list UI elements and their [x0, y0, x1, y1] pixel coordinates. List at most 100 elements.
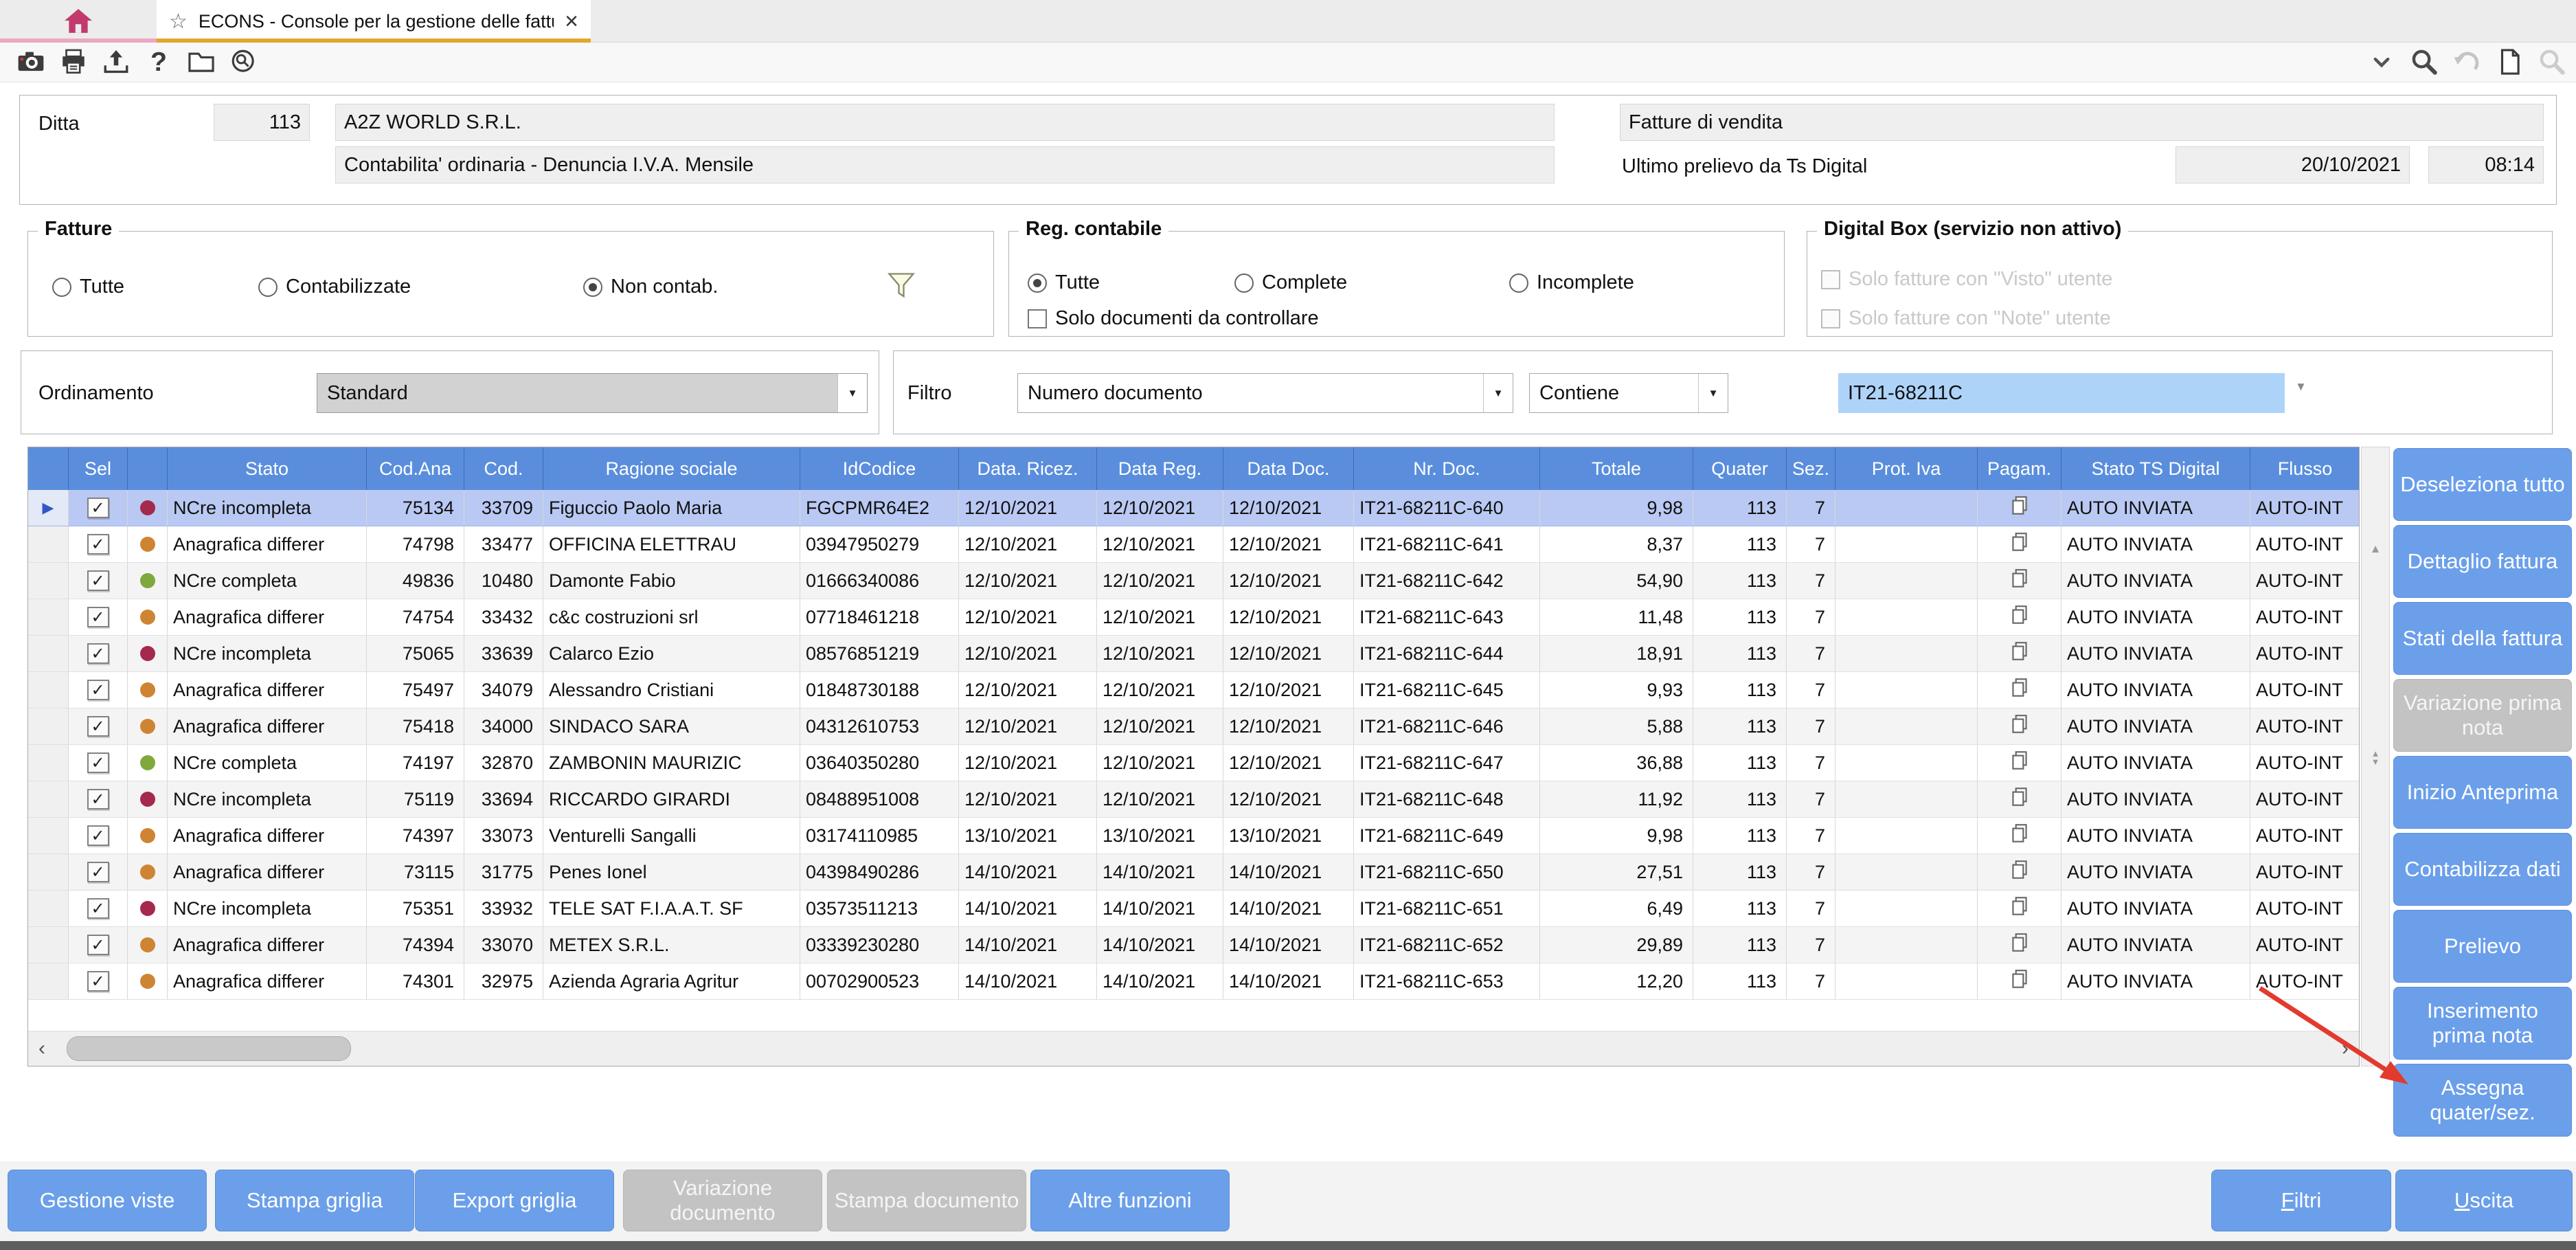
side-button-inserimento-prima-nota[interactable]: Inserimento prima nota [2393, 987, 2572, 1060]
camera-icon[interactable] [15, 46, 47, 78]
column-header-data_doc[interactable]: Data Doc. [1223, 447, 1354, 490]
column-header-pagam[interactable]: Pagam. [1978, 447, 2061, 490]
column-header-totale[interactable]: Totale [1540, 447, 1693, 490]
side-button-contabilizza-dati[interactable]: Contabilizza dati [2393, 833, 2572, 906]
chevron-down-icon[interactable]: ▼ [837, 374, 867, 412]
side-button-inizio-anteprima[interactable]: Inizio Anteprima [2393, 756, 2572, 829]
invoice-row-14[interactable]: ✓ Anagrafica differer 74301 32975 Azienda Ag… [28, 963, 2359, 1000]
search-secondary-icon[interactable] [2536, 46, 2568, 78]
fatture-radio-non-contab[interactable] [583, 277, 602, 297]
row-select-checkbox[interactable]: ✓ [87, 752, 109, 773]
bottom-button-gestione-viste[interactable]: Gestione viste [8, 1170, 207, 1231]
column-header-ragione_sociale[interactable]: Ragione sociale [543, 447, 800, 490]
filtro-value-input[interactable]: IT21-68211C [1838, 373, 2285, 413]
row-select-checkbox[interactable]: ✓ [87, 607, 109, 627]
action-button-filtri[interactable]: Filtri [2211, 1170, 2391, 1231]
reg-contabile-radio-complete[interactable] [1234, 273, 1254, 293]
side-button-deseleziona-tutto[interactable]: Deseleziona tutto [2393, 448, 2572, 521]
bottom-button-altre-funzioni[interactable]: Altre funzioni [1030, 1170, 1230, 1231]
column-header-marker[interactable] [28, 447, 69, 490]
column-header-sez[interactable]: Sez. [1787, 447, 1835, 490]
upload-icon[interactable] [100, 46, 132, 78]
row-select-checkbox[interactable]: ✓ [87, 534, 109, 555]
column-header-flusso[interactable]: Flusso [2250, 447, 2359, 490]
favorite-star-icon[interactable]: ☆ [169, 10, 188, 34]
invoice-row-12[interactable]: ✓ NCre incompleta 75351 33932 TELE SAT F.I.A… [28, 891, 2359, 927]
action-button-uscita[interactable]: Uscita [2395, 1170, 2573, 1231]
help-icon[interactable]: ? [143, 46, 174, 78]
row-select-checkbox[interactable]: ✓ [87, 971, 109, 992]
tab-econs[interactable]: ☆ ECONS - Console per la gestione delle … [157, 0, 591, 43]
reg-contabile-radio-incomplete[interactable] [1509, 273, 1528, 293]
scroll-left-arrow-icon[interactable]: ‹ [28, 1031, 56, 1066]
invoice-row-10[interactable]: ✓ Anagrafica differer 74397 33073 Venturelli… [28, 818, 2359, 854]
column-header-cod[interactable]: Cod. [464, 447, 543, 490]
row-select-checkbox[interactable]: ✓ [87, 570, 109, 591]
row-select-checkbox[interactable]: ✓ [87, 789, 109, 810]
invoice-row-1[interactable]: ▶ ✓ NCre incompleta 75134 33709 Figuccio Paol… [28, 490, 2359, 526]
bottom-button-stampa-griglia[interactable]: Stampa griglia [215, 1170, 414, 1231]
row-select-checkbox[interactable]: ✓ [87, 935, 109, 955]
invoice-row-8[interactable]: ✓ NCre completa 74197 32870 ZAMBONIN MAURIZI… [28, 745, 2359, 781]
row-select-checkbox[interactable]: ✓ [87, 716, 109, 737]
reg-contabile-checkbox-solo-documenti-da-controllare[interactable] [1028, 309, 1047, 328]
horizontal-scrollbar[interactable]: ‹ › [28, 1031, 2359, 1066]
column-header-quater[interactable]: Quater [1693, 447, 1787, 490]
vertical-scrollbar[interactable]: ▲ ▲ ▼ [2361, 447, 2390, 1067]
row-select-checkbox[interactable]: ✓ [87, 498, 109, 518]
row-select-checkbox[interactable]: ✓ [87, 898, 109, 919]
column-header-prot_iva[interactable]: Prot. Iva [1835, 447, 1978, 490]
row-select-checkbox[interactable]: ✓ [87, 680, 109, 700]
column-header-cod_ana[interactable]: Cod.Ana [367, 447, 464, 490]
row-select-checkbox[interactable]: ✓ [87, 862, 109, 882]
printer-icon[interactable] [58, 46, 89, 78]
reg-contabile-radio-tutte[interactable] [1028, 273, 1047, 293]
invoice-row-5[interactable]: ✓ NCre incompleta 75065 33639 Calarco Ezio 08… [28, 636, 2359, 672]
side-button-stati-della-fattura[interactable]: Stati della fattura [2393, 602, 2572, 675]
fatture-radio-contabilizzate[interactable] [258, 277, 278, 297]
bottom-button-export-griglia[interactable]: Export griglia [415, 1170, 614, 1231]
filter-funnel-icon[interactable] [885, 270, 917, 302]
ordinamento-select[interactable]: Standard ▼ [317, 373, 868, 413]
invoice-row-6[interactable]: ✓ Anagrafica differer 75497 34079 Alessandro… [28, 672, 2359, 708]
invoice-row-11[interactable]: ✓ Anagrafica differer 73115 31775 Penes Ione… [28, 854, 2359, 891]
column-header-sel[interactable]: Sel [69, 447, 128, 490]
invoice-row-3[interactable]: ✓ NCre completa 49836 10480 Damonte Fabio 016… [28, 563, 2359, 599]
horizontal-scrollbar-thumb[interactable] [67, 1036, 351, 1061]
cell-cod_ana: 75119 [367, 781, 464, 817]
invoice-row-4[interactable]: ✓ Anagrafica differer 74754 33432 c&c costru… [28, 599, 2359, 636]
scroll-up-arrow-icon[interactable]: ▲ [2362, 542, 2389, 556]
column-header-id_codice[interactable]: IdCodice [800, 447, 959, 490]
column-header-dot[interactable] [128, 447, 168, 490]
home-button[interactable] [0, 0, 157, 43]
filtro-field-select[interactable]: Numero documento ▼ [1017, 373, 1513, 413]
filtro-operator-select[interactable]: Contiene ▼ [1529, 373, 1728, 413]
column-header-data_reg[interactable]: Data Reg. [1097, 447, 1223, 490]
undo-icon[interactable] [2451, 46, 2483, 78]
scroll-right-arrow-icon[interactable]: › [2331, 1031, 2359, 1066]
invoice-row-9[interactable]: ✓ NCre incompleta 75119 33694 RICCARDO GIRAR… [28, 781, 2359, 818]
column-header-stato[interactable]: Stato [168, 447, 367, 490]
column-header-nr_doc[interactable]: Nr. Doc. [1354, 447, 1540, 490]
column-header-stato_ts[interactable]: Stato TS Digital [2061, 447, 2250, 490]
side-button-prelievo[interactable]: Prelievo [2393, 910, 2572, 983]
scroll-jump-icon[interactable]: ▲ ▼ [2362, 749, 2389, 766]
folder-icon[interactable] [185, 46, 217, 78]
search-icon[interactable] [2408, 46, 2440, 78]
chevron-down-icon[interactable]: ▼ [1698, 374, 1728, 412]
invoice-row-13[interactable]: ✓ Anagrafica differer 74394 33070 METEX S.R.… [28, 927, 2359, 963]
invoice-row-7[interactable]: ✓ Anagrafica differer 75418 34000 SINDACO SA… [28, 708, 2359, 745]
chevron-down-icon[interactable] [2366, 46, 2397, 78]
fatture-radio-tutte[interactable] [52, 277, 71, 297]
side-button-dettaglio-fattura[interactable]: Dettaglio fattura [2393, 525, 2572, 598]
column-header-data_ricez[interactable]: Data. Ricez. [959, 447, 1097, 490]
close-icon[interactable]: × [565, 10, 578, 33]
row-select-checkbox[interactable]: ✓ [87, 825, 109, 846]
side-button-assegna-quater-sez[interactable]: Assegna quater/sez. [2393, 1064, 2572, 1137]
row-select-checkbox[interactable]: ✓ [87, 643, 109, 664]
doc-search-icon[interactable] [228, 46, 260, 78]
chevron-down-icon[interactable]: ▼ [1483, 374, 1513, 412]
new-document-icon[interactable] [2494, 46, 2525, 78]
invoice-row-2[interactable]: ✓ Anagrafica differer 74798 33477 OFFICINA E… [28, 526, 2359, 563]
chevron-down-icon[interactable]: ▼ [2295, 380, 2307, 394]
